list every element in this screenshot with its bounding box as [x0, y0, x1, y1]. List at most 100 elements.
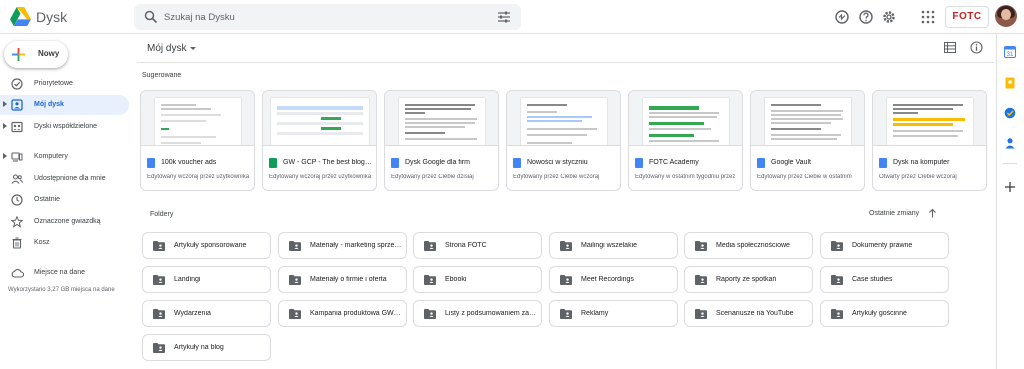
- expand-caret-icon[interactable]: [3, 153, 7, 159]
- folder-item[interactable]: Materiały o firmie i oferta: [278, 266, 407, 293]
- sidebar-item-label: Komputery: [34, 153, 68, 160]
- star-icon: [11, 216, 23, 228]
- app-title[interactable]: Dysk: [36, 9, 67, 25]
- suggested-card[interactable]: Nowości w styczniu Edytowany przez Ciebi…: [506, 90, 621, 191]
- sidebar-item-priority[interactable]: Priorytetowe: [0, 74, 129, 94]
- info-icon[interactable]: [970, 41, 983, 54]
- file-title: FOTC Academy: [649, 159, 699, 166]
- folder-item[interactable]: Artykuły na blog: [142, 334, 271, 361]
- search-icon[interactable]: [144, 10, 158, 24]
- file-title: Google Vault: [771, 159, 811, 166]
- svg-text:31: 31: [1007, 52, 1014, 58]
- shared-drives-icon: [11, 121, 23, 133]
- folder-item[interactable]: Ebooki: [413, 266, 542, 293]
- apps-grid-icon[interactable]: [920, 9, 936, 25]
- file-title: GW - GCP - The best blog posts: [283, 159, 373, 166]
- folder-label: Mailingi wszelakie: [581, 242, 638, 249]
- add-addon-icon[interactable]: [1004, 181, 1016, 193]
- file-activity: Otwarty przez Ciebie wczoraj: [879, 174, 957, 180]
- sidebar-item-label: Oznaczone gwiazdką: [34, 218, 101, 225]
- folder-label: Materiały o firmie i oferta: [310, 276, 387, 283]
- folder-label: Scenariusze na YouTube: [716, 310, 794, 317]
- shared-folder-icon: [560, 241, 572, 251]
- avatar[interactable]: [995, 5, 1017, 27]
- organization-logo[interactable]: FOTC: [945, 6, 989, 28]
- folder-item[interactable]: Landingi: [142, 266, 271, 293]
- google-docs-icon: [635, 158, 643, 168]
- storage-label[interactable]: Miejsce na dane: [34, 269, 85, 276]
- sidebar-item-shared-with-me[interactable]: Udostępnione dla mnie: [0, 169, 129, 189]
- shared-folder-icon: [560, 309, 572, 319]
- shared-folder-icon: [424, 241, 436, 251]
- folder-label: Strona FOTC: [445, 242, 487, 249]
- suggested-card[interactable]: Google Vault Edytowany przez Ciebie w os…: [750, 90, 865, 191]
- shared-folder-icon: [695, 309, 707, 319]
- folder-item[interactable]: Meet Recordings: [549, 266, 678, 293]
- shared-folder-icon: [289, 275, 301, 285]
- top-bar: Dysk FOTC: [0, 0, 1024, 34]
- sidebar-item-recent[interactable]: Ostatnie: [0, 190, 129, 210]
- sidebar-item-computers[interactable]: Komputery: [0, 147, 129, 167]
- folder-item[interactable]: Dokumenty prawne: [820, 232, 949, 259]
- shared-folder-icon: [289, 309, 301, 319]
- folder-item[interactable]: Case studies: [820, 266, 949, 293]
- suggested-card[interactable]: FOTC Academy Edytowany w ostatnim tygodn…: [628, 90, 743, 191]
- check-circle-icon: [11, 78, 23, 90]
- help-icon[interactable]: [858, 9, 874, 25]
- search-bar[interactable]: [134, 4, 521, 30]
- settings-icon[interactable]: [881, 9, 897, 25]
- sidebar-item-label: Ostatnie: [34, 196, 61, 203]
- suggested-card[interactable]: GW - GCP - The best blog posts Edytowany…: [262, 90, 377, 191]
- file-thumbnail: [263, 91, 376, 146]
- folder-item[interactable]: Listy z podsumowaniem zadań: [413, 300, 542, 327]
- shared-folder-icon: [695, 241, 707, 251]
- folder-item[interactable]: Scenariusze na YouTube: [684, 300, 813, 327]
- expand-caret-icon[interactable]: [3, 101, 7, 107]
- suggested-card[interactable]: 100k voucher ads Edytowany wczoraj przez…: [140, 90, 255, 191]
- folder-item[interactable]: Artykuły sponsorowane: [142, 232, 271, 259]
- folder-item[interactable]: Wydarzenia: [142, 300, 271, 327]
- folder-item[interactable]: Media społecznościowe: [684, 232, 813, 259]
- list-view-icon[interactable]: [944, 42, 956, 53]
- folders-heading: Foldery: [150, 211, 174, 218]
- computer-icon: [11, 152, 23, 162]
- sidebar-item-label: Udostępnione dla mnie: [34, 175, 106, 182]
- sidebar-item-shared-drives[interactable]: Dyski współdzielone: [0, 117, 129, 137]
- folder-item[interactable]: Kampania produktowa GW 2021: [278, 300, 407, 327]
- sidebar-item-my-drive[interactable]: Mój dysk: [0, 95, 129, 115]
- clock-icon: [11, 194, 23, 206]
- keep-icon[interactable]: [1004, 77, 1016, 89]
- sidebar-item-trash[interactable]: Kosz: [0, 233, 129, 253]
- folder-label: Artykuły sponsorowane: [174, 242, 247, 249]
- folder-label: Kampania produktowa GW 2021: [310, 310, 402, 317]
- sort-button[interactable]: Ostatnie zmiany: [869, 210, 919, 217]
- folder-label: Ebooki: [445, 276, 467, 283]
- folder-item[interactable]: Artykuły gościnne: [820, 300, 949, 327]
- drive-logo-icon[interactable]: [10, 7, 31, 26]
- google-docs-icon: [147, 158, 155, 168]
- folder-item[interactable]: Mailingi wszelakie: [549, 232, 678, 259]
- suggested-card[interactable]: Dysk Google dla firm Edytowany przez Cie…: [384, 90, 499, 191]
- sidebar-item-label: Mój dysk: [34, 101, 64, 108]
- new-button[interactable]: Nowy: [4, 41, 68, 68]
- suggested-card[interactable]: Dysk na komputer Otwarty przez Ciebie wc…: [872, 90, 987, 191]
- sidebar-item-starred[interactable]: Oznaczone gwiazdką: [0, 212, 129, 232]
- search-options-icon[interactable]: [497, 10, 511, 24]
- suggested-heading: Sugerowane: [142, 72, 182, 79]
- offline-icon[interactable]: [834, 9, 850, 25]
- shared-folder-icon: [153, 241, 165, 251]
- shared-folder-icon: [153, 343, 165, 353]
- contacts-icon[interactable]: [1004, 137, 1016, 149]
- calendar-icon[interactable]: 31: [1004, 46, 1016, 58]
- folder-item[interactable]: Reklamy: [549, 300, 678, 327]
- folder-label: Raporty ze spotkań: [716, 276, 777, 283]
- tasks-icon[interactable]: [1004, 107, 1016, 119]
- folder-item[interactable]: Strona FOTC: [413, 232, 542, 259]
- folder-label: Meet Recordings: [581, 276, 634, 283]
- folder-item[interactable]: Materiały - marketing sprzedaż: [278, 232, 407, 259]
- expand-caret-icon[interactable]: [3, 123, 7, 129]
- page-title[interactable]: Mój dysk: [147, 43, 197, 54]
- folder-item[interactable]: Raporty ze spotkań: [684, 266, 813, 293]
- search-input[interactable]: [164, 4, 464, 30]
- arrow-up-icon[interactable]: [928, 208, 937, 218]
